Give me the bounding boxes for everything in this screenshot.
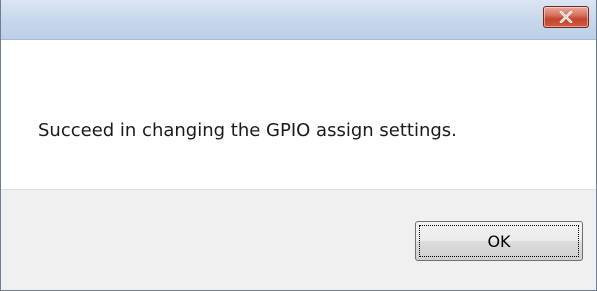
- close-button[interactable]: [543, 6, 589, 28]
- dialog-content: Succeed in changing the GPIO assign sett…: [1, 41, 596, 189]
- close-x-icon: [559, 11, 573, 23]
- dialog-message: Succeed in changing the GPIO assign sett…: [38, 120, 457, 141]
- message-dialog: Succeed in changing the GPIO assign sett…: [0, 0, 597, 291]
- dialog-footer: OK: [1, 189, 596, 290]
- ok-button[interactable]: OK: [415, 221, 583, 261]
- ok-button-label: OK: [419, 225, 579, 257]
- dialog-titlebar[interactable]: [1, 0, 596, 40]
